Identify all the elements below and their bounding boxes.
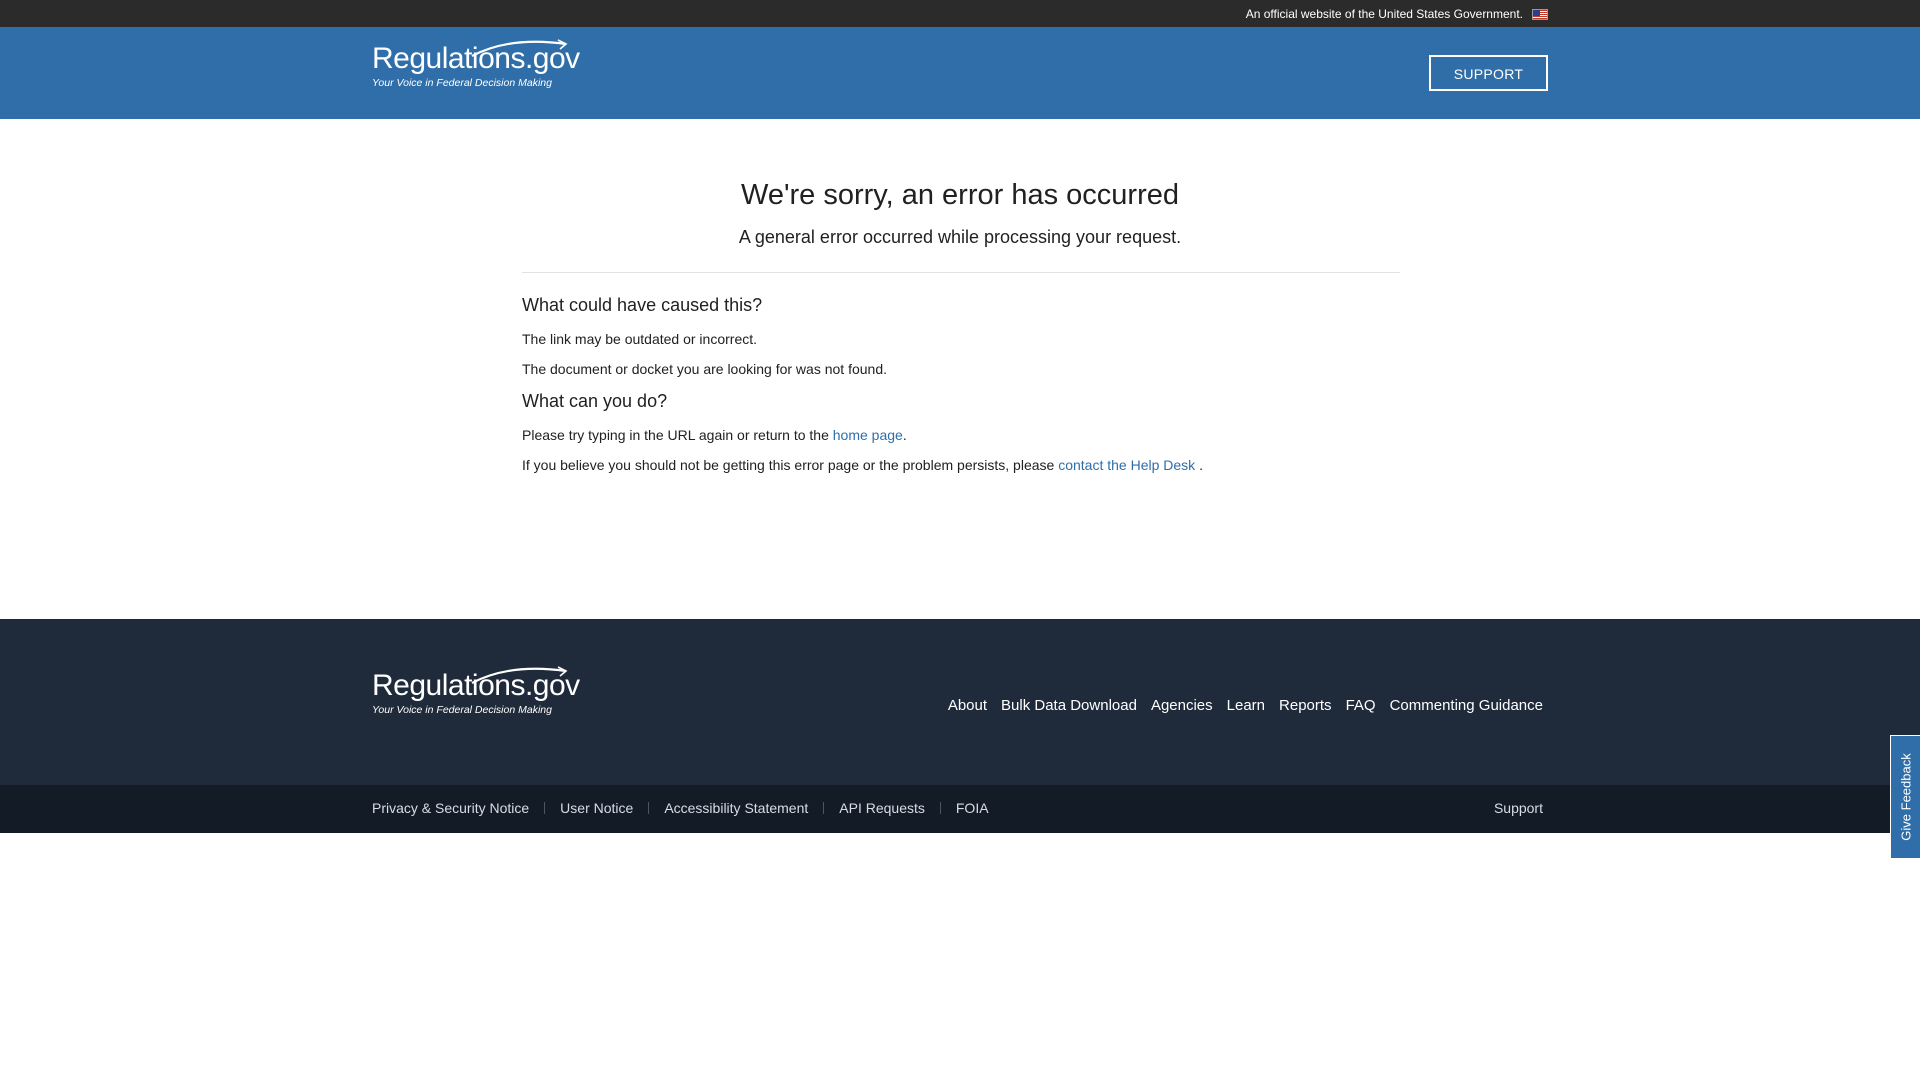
footer-nav-about[interactable]: About xyxy=(948,697,987,714)
action-line-home-text: Please try typing in the URL again or re… xyxy=(522,426,907,444)
footer-nav-agencies[interactable]: Agencies xyxy=(1151,697,1213,714)
separator xyxy=(939,802,941,814)
separator xyxy=(648,802,650,814)
footer-nav-learn[interactable]: Learn xyxy=(1227,697,1265,714)
footer-nav: About Bulk Data Download Agencies Learn … xyxy=(948,697,1543,714)
user-notice-link[interactable]: User Notice xyxy=(560,800,633,816)
error-content: We're sorry, an error has occurred A gen… xyxy=(0,119,1920,619)
foia-link[interactable]: FOIA xyxy=(956,800,989,816)
footer-support-link[interactable]: Support xyxy=(1494,800,1543,816)
cause-heading: What could have caused this? xyxy=(522,295,763,315)
footer-nav-faq[interactable]: FAQ xyxy=(1346,697,1376,714)
cause-item: The link may be outdated or incorrect. xyxy=(522,330,757,348)
action-line-home-prefix: Please try typing in the URL again or re… xyxy=(522,427,833,443)
action-line-helpdesk-text: If you believe you should not be getting… xyxy=(522,456,1203,474)
privacy-security-notice-link[interactable]: Privacy & Security Notice xyxy=(372,800,529,816)
support-button[interactable]: SUPPORT xyxy=(1429,55,1548,91)
footer-nav-commenting-guidance[interactable]: Commenting Guidance xyxy=(1390,697,1543,714)
action-line-helpdesk: If you believe you should not be getting… xyxy=(522,456,1203,474)
action-section: What can you do? xyxy=(522,391,667,412)
accessibility-statement-link[interactable]: Accessibility Statement xyxy=(664,800,808,816)
error-subtitle: A general error occurred while processin… xyxy=(738,227,1182,247)
home-page-link[interactable]: home page xyxy=(833,427,903,443)
logo-tagline: Your Voice in Federal Decision Making xyxy=(372,77,552,89)
api-requests-link[interactable]: API Requests xyxy=(839,800,925,816)
action-line-helpdesk-suffix: . xyxy=(1195,457,1203,473)
footer-logo[interactable]: Regulations.gov Your Voice in Federal De… xyxy=(372,666,580,717)
footer-bottom: Privacy & Security Notice User Notice Ac… xyxy=(0,785,1920,833)
divider xyxy=(522,272,1400,273)
give-feedback-label: Give Feedback xyxy=(1898,753,1913,841)
cause-item: The document or docket you are looking f… xyxy=(522,360,887,378)
site-header: Regulations.gov Your Voice in Federal De… xyxy=(0,27,1920,119)
cause-section: What could have caused this? xyxy=(522,295,762,316)
cause-item-text: The link may be outdated or incorrect. xyxy=(522,331,758,347)
footer-logo-tagline: Your Voice in Federal Decision Making xyxy=(372,704,552,716)
action-line-home-suffix: . xyxy=(902,427,907,443)
footer-legal-links: Privacy & Security Notice User Notice Ac… xyxy=(372,800,989,816)
cause-item-text: The document or docket you are looking f… xyxy=(522,361,887,377)
official-gov-text: An official website of the United States… xyxy=(1245,7,1523,21)
header-logo[interactable]: Regulations.gov Your Voice in Federal De… xyxy=(372,39,580,90)
help-desk-link[interactable]: contact the Help Desk xyxy=(1058,457,1195,473)
action-line-home: Please try typing in the URL again or re… xyxy=(522,426,907,444)
footer-nav-reports[interactable]: Reports xyxy=(1279,697,1332,714)
logo-swoosh-icon xyxy=(471,39,568,57)
separator xyxy=(823,802,825,814)
us-flag-icon xyxy=(1532,9,1548,20)
action-heading: What can you do? xyxy=(522,391,668,411)
official-gov-banner: An official website of the United States… xyxy=(0,0,1920,27)
give-feedback-tab[interactable]: Give Feedback xyxy=(1890,735,1920,859)
error-title: We're sorry, an error has occurred xyxy=(740,179,1179,211)
footer-nav-bulk-data-download[interactable]: Bulk Data Download xyxy=(1001,697,1137,714)
footer-top: Regulations.gov Your Voice in Federal De… xyxy=(0,619,1920,785)
separator xyxy=(544,802,546,814)
footer-logo-swoosh-icon xyxy=(471,666,568,684)
action-line-helpdesk-prefix: If you believe you should not be getting… xyxy=(522,457,1059,473)
